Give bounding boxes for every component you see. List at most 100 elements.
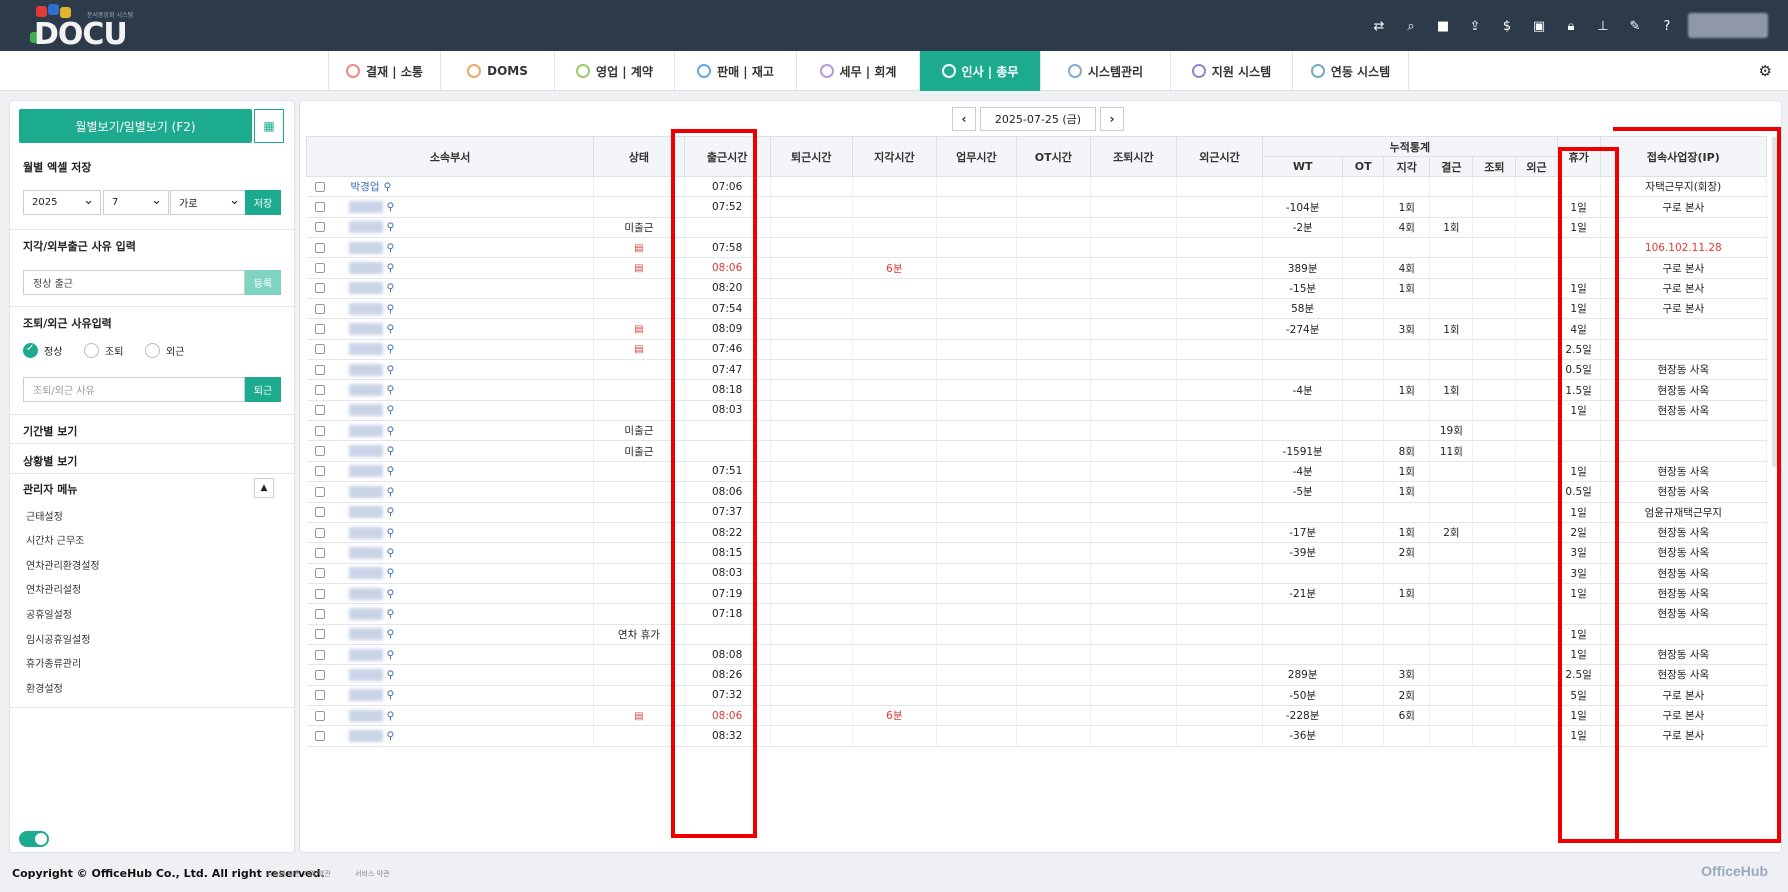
admin-item[interactable]: 연차관리환경설정	[26, 557, 100, 572]
admin-item[interactable]: 시간차 근무조	[26, 532, 84, 547]
table-row[interactable]: ⚲ 연차 휴가 1일	[306, 624, 1768, 645]
search-icon[interactable]: ⚲	[387, 262, 395, 274]
search-icon[interactable]: ⚲	[387, 669, 395, 681]
briefcase-icon[interactable]: ▣	[1523, 14, 1555, 38]
table-row[interactable]: ⚲ ▤ 07:58 106.102.11.28	[306, 237, 1768, 259]
table-row[interactable]: ⚲ 07:47 0.5일 현장동 사옥	[306, 359, 1768, 381]
search-icon[interactable]: ⚲	[387, 710, 395, 722]
edit-icon[interactable]: ✎	[1619, 14, 1651, 38]
copy-icon[interactable]	[314, 669, 325, 680]
leave-reason-input[interactable]: 조퇴/외근 사유	[23, 377, 245, 402]
search-icon[interactable]: ⚲	[387, 588, 395, 600]
search-icon[interactable]: ⚲	[387, 343, 395, 355]
period-view-link[interactable]: 기간별 보기	[23, 423, 77, 439]
search-icon[interactable]: ⚲	[387, 506, 395, 518]
table-row[interactable]: ⚲ 07:37 1일 엄윤규재택근무지	[306, 502, 1768, 523]
search-icon[interactable]: ⚲	[387, 527, 395, 539]
grid-view-icon[interactable]: ▦	[254, 109, 284, 143]
table-row[interactable]: ⚲ 07:18 현장동 사옥	[306, 603, 1768, 625]
table-row[interactable]: ⚲ ▤ 07:46 2.5일	[306, 339, 1768, 361]
search-icon[interactable]: ⚲	[387, 404, 395, 416]
search-icon[interactable]: ⚲	[387, 608, 395, 620]
copy-icon[interactable]	[314, 608, 325, 619]
copy-icon[interactable]	[314, 222, 325, 233]
lock-icon[interactable]: 🔒︎	[1555, 14, 1587, 38]
orientation-select[interactable]: 가로	[170, 190, 247, 215]
admin-item[interactable]: 연차관리설정	[26, 581, 81, 596]
table-row[interactable]: ⚲ 08:26 289분 3회 2.5일 현장동 사옥	[306, 664, 1768, 686]
status-view-link[interactable]: 상황별 보기	[23, 453, 77, 469]
admin-item[interactable]: 환경설정	[26, 680, 63, 695]
search-icon[interactable]: ⚲	[387, 547, 395, 559]
footer-link[interactable]: 서비스 약관	[355, 869, 389, 879]
chevron-left-icon[interactable]: ‹	[952, 107, 976, 131]
reason-input[interactable]: 정상 출근	[23, 270, 245, 295]
copy-icon[interactable]	[314, 730, 325, 741]
search-icon[interactable]: ⚲	[383, 181, 391, 193]
year-select[interactable]: 2025	[23, 190, 101, 215]
radio-normal[interactable]: 정상	[23, 343, 62, 358]
table-row[interactable]: ⚲ 07:19 -21분 1회 1일 현장동 사옥	[306, 583, 1768, 605]
copy-icon[interactable]	[314, 385, 325, 396]
register-button[interactable]: 등록	[245, 270, 281, 295]
table-row[interactable]: ⚲ 07:54 58분 1일 구로 본사	[306, 298, 1768, 320]
gear-icon[interactable]: ⚙	[1759, 62, 1772, 80]
copy-icon[interactable]	[314, 588, 325, 599]
table-row[interactable]: ⚲ 08:03 3일 현장동 사옥	[306, 563, 1768, 584]
chevron-right-icon[interactable]: ›	[1100, 107, 1124, 131]
table-row[interactable]: ⚲ 08:15 -39분 2회 3일 현장동 사옥	[306, 542, 1768, 564]
table-row[interactable]: ⚲ 08:06 -5분 1회 0.5일 현장동 사옥	[306, 481, 1768, 503]
footer-link[interactable]: 시스템 표준 가격 약관	[266, 869, 331, 879]
search-icon[interactable]: ⚲	[387, 282, 395, 294]
search-icon[interactable]: ⚲	[387, 221, 395, 233]
search-icon[interactable]: ⚲	[387, 201, 395, 213]
tab-integration[interactable]: 연동 시스템	[1292, 51, 1409, 91]
search-icon[interactable]: ⚲	[387, 730, 395, 742]
tab-support[interactable]: 지원 시스템	[1170, 51, 1292, 91]
table-row[interactable]: ⚲ 08:18 -4분 1회 1회 1.5일 현장동 사옥	[306, 379, 1768, 401]
copy-icon[interactable]	[314, 507, 325, 518]
search-icon[interactable]: ⚲	[387, 465, 395, 477]
radio-early[interactable]: 조퇴	[84, 343, 123, 358]
table-row[interactable]: ⚲ 07:32 -50분 2회 5일 구로 본사	[306, 685, 1768, 706]
search-icon[interactable]: ⚲	[387, 486, 395, 498]
table-row[interactable]: ⚲ 07:52 -104분 1회 1일 구로 본사	[306, 196, 1768, 218]
search-icon[interactable]: ⚲	[387, 303, 395, 315]
copy-icon[interactable]	[314, 649, 325, 660]
document-icon[interactable]: ▤	[634, 711, 643, 722]
excel-save-button[interactable]: 저장	[245, 190, 281, 215]
table-row[interactable]: ⚲ 08:08 1일 현장동 사옥	[306, 644, 1768, 666]
table-row[interactable]: ⚲ ▤ 08:06 6분 389분 4회 구로 본사	[306, 257, 1768, 279]
tab-approval[interactable]: 결재 | 소통	[328, 51, 440, 91]
document-icon[interactable]: ▤	[634, 243, 643, 254]
copy-icon[interactable]	[314, 303, 325, 314]
search-icon[interactable]: ⚲	[387, 445, 395, 457]
chevron-up-icon[interactable]: ▲	[254, 478, 274, 498]
swap-icon[interactable]: ⇄	[1363, 14, 1395, 38]
search-icon[interactable]: ⚲	[387, 323, 395, 335]
date-field[interactable]: 2025-07-25 (금)	[980, 107, 1096, 131]
copy-icon[interactable]	[314, 202, 325, 213]
table-row[interactable]: ⚲ 08:32 -36분 1일 구로 본사	[306, 725, 1768, 747]
copy-icon[interactable]	[314, 283, 325, 294]
leave-button[interactable]: 퇴근	[245, 377, 281, 402]
document-icon[interactable]: ▤	[634, 324, 643, 335]
table-row[interactable]: ⚲ 08:20 -15분 1회 1일 구로 본사	[306, 278, 1768, 300]
view-toggle-button[interactable]: 월별보기/일별보기 (F2)	[19, 109, 252, 143]
org-chart-icon[interactable]: ⊥	[1587, 14, 1619, 38]
copy-icon[interactable]	[314, 344, 325, 355]
docu-logo[interactable]: DOCU 문서중앙화 시스템	[30, 4, 140, 52]
copy-icon[interactable]	[314, 690, 325, 701]
copy-icon[interactable]	[314, 466, 325, 477]
admin-item[interactable]: 근태설정	[26, 508, 63, 523]
search-icon[interactable]: ⚲	[387, 384, 395, 396]
search-icon[interactable]: ⚲	[387, 364, 395, 376]
table-row[interactable]: ⚲ 미출근 19회	[306, 420, 1768, 442]
table-row[interactable]: ⚲ 미출근 -2분 4회 1회 1일	[306, 217, 1768, 239]
user-profile[interactable]	[1688, 13, 1768, 38]
radio-outside[interactable]: 외근	[145, 343, 184, 358]
table-row[interactable]: 박경업 ⚲ 07:06 자택근무지(회장)	[306, 176, 1768, 198]
table-row[interactable]: ⚲ 07:51 -4분 1회 1일 현장동 사옥	[306, 461, 1768, 483]
toggle-switch[interactable]	[19, 831, 49, 847]
search-icon[interactable]: ⚲	[387, 649, 395, 661]
